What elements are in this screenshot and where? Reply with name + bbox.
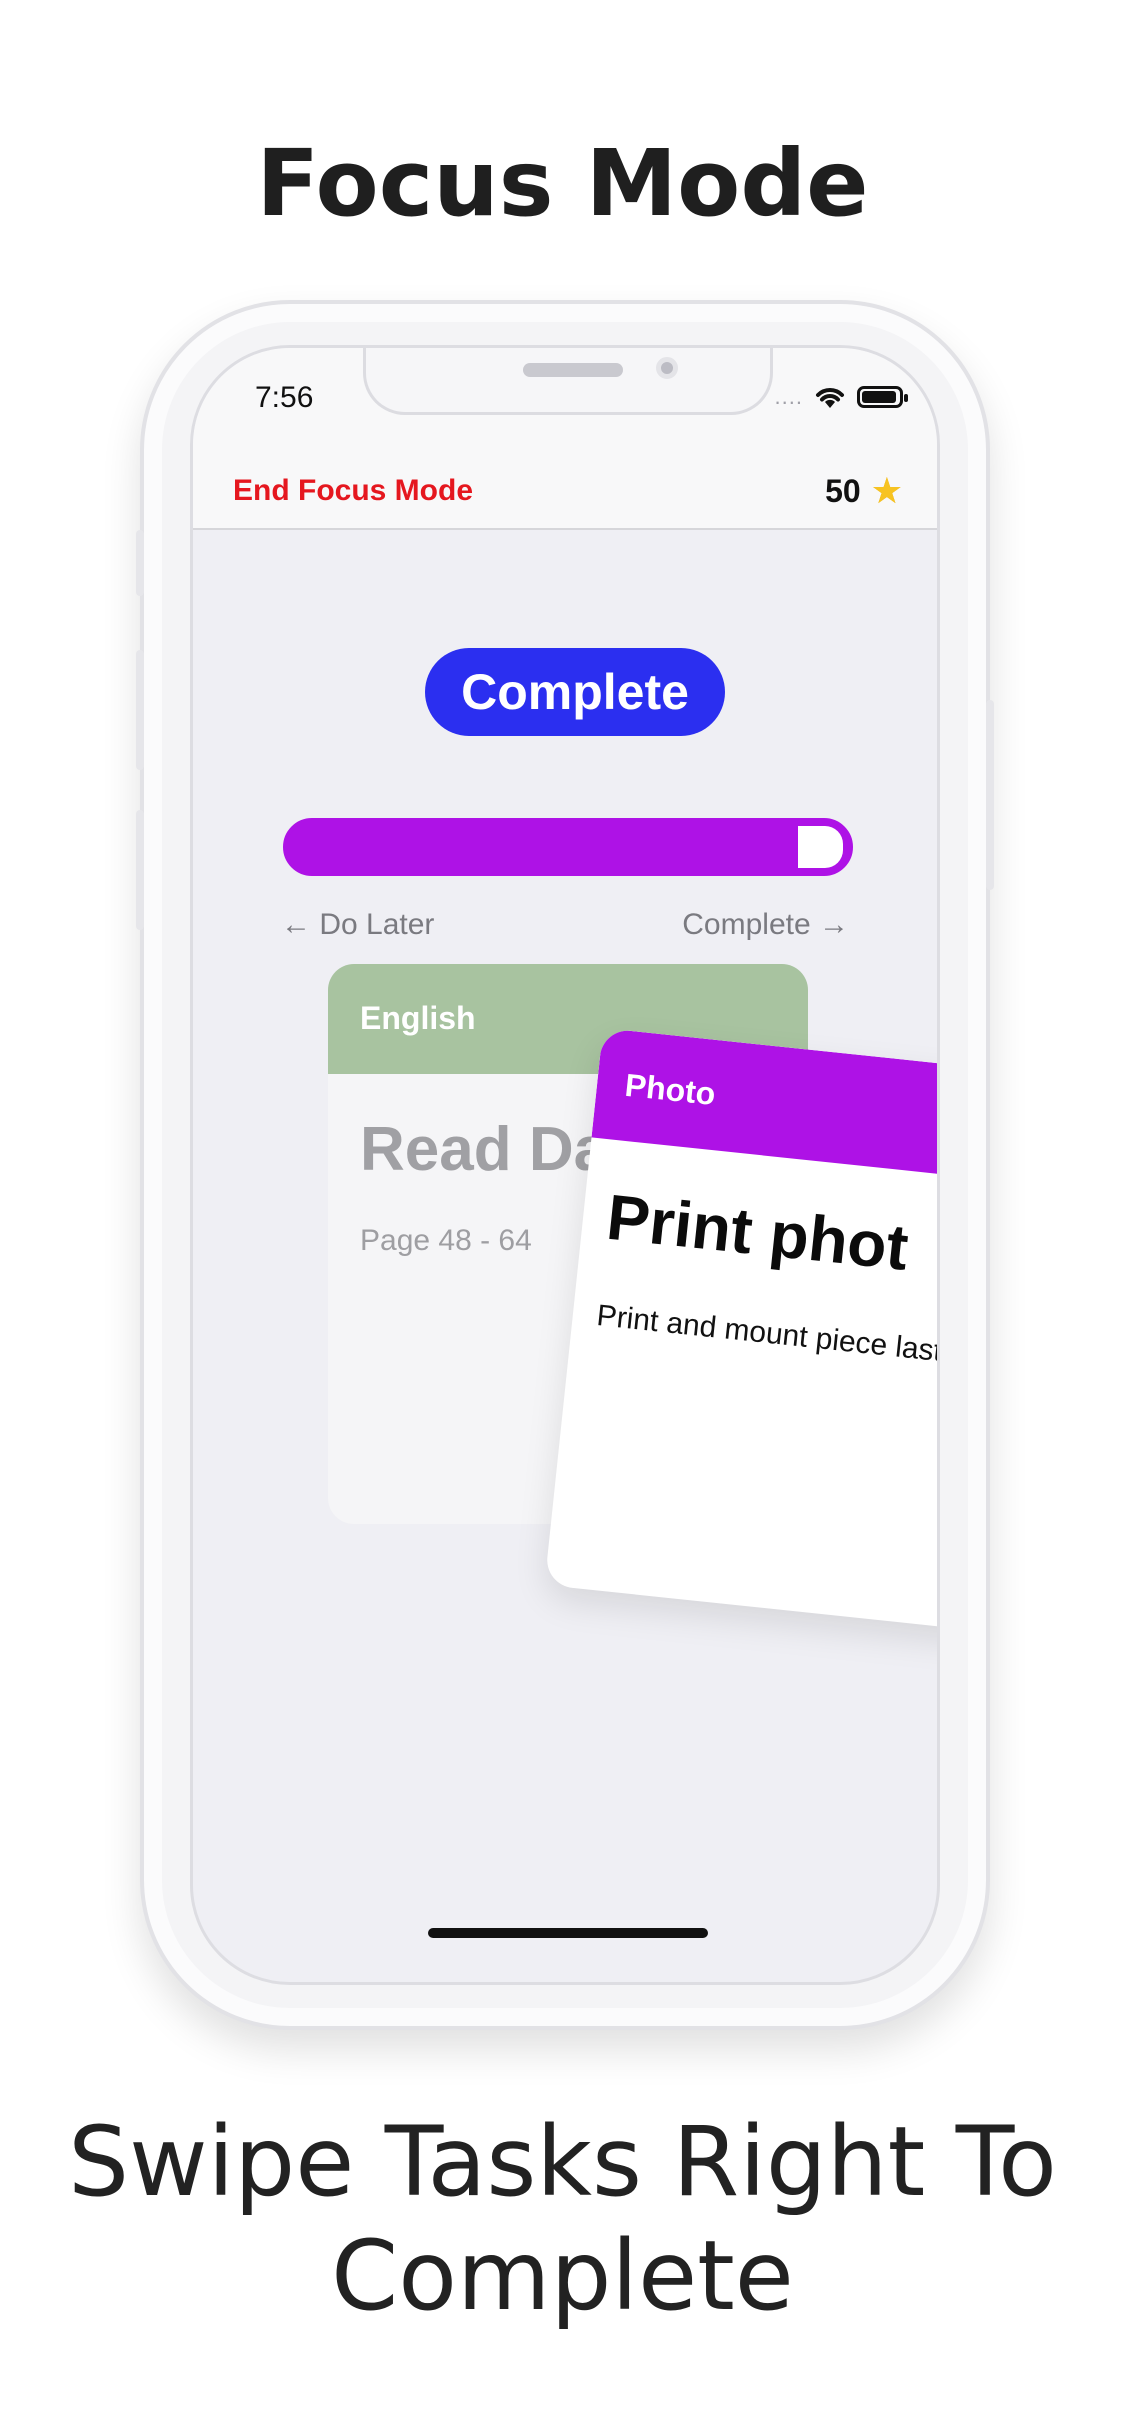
status-icons: .... bbox=[774, 382, 908, 412]
caption-line: Complete bbox=[331, 2220, 794, 2332]
marketing-caption: Swipe Tasks Right To Complete bbox=[0, 2105, 1125, 2333]
star-icon: ★ bbox=[870, 470, 903, 511]
status-time: 7:56 bbox=[255, 381, 314, 414]
task-card-description: Print and mount piece last week bbox=[595, 1299, 940, 1376]
complete-hint: Complete → bbox=[682, 908, 849, 941]
speaker-grille bbox=[523, 363, 623, 377]
battery-icon bbox=[857, 386, 908, 408]
task-card-dragging[interactable]: Photo Print phot Print and mount piece l… bbox=[544, 1028, 940, 1638]
mute-switch bbox=[136, 530, 144, 596]
wifi-icon bbox=[816, 388, 844, 408]
volume-up-button bbox=[136, 650, 144, 770]
task-card-header bbox=[591, 1028, 937, 1190]
caption-line: Swipe Tasks Right To bbox=[68, 2106, 1057, 2218]
task-card-title: Print phot bbox=[603, 1180, 912, 1284]
score-badge: 50 ★ bbox=[825, 470, 903, 512]
power-button bbox=[986, 700, 994, 890]
swipe-progress-bar bbox=[283, 818, 853, 876]
nav-bar: End Focus Mode 50 ★ bbox=[193, 458, 937, 530]
signal-dots-icon: .... bbox=[774, 384, 803, 409]
marketing-headline: Focus Mode bbox=[256, 130, 869, 237]
phone-screen: 7:56 .... End Focus Mode 50 ★ Complete ←… bbox=[190, 345, 940, 1985]
volume-down-button bbox=[136, 810, 144, 930]
complete-status-pill: Complete bbox=[425, 648, 725, 736]
home-indicator[interactable] bbox=[428, 1928, 708, 1938]
notch bbox=[363, 348, 773, 415]
task-card-subject: English bbox=[360, 1000, 476, 1036]
app-store-screenshot: Focus Mode 7:56 .... End Focus Mode 50 ★… bbox=[0, 0, 1125, 2436]
progress-remaining bbox=[798, 826, 843, 868]
score-value: 50 bbox=[825, 472, 861, 509]
task-card-description: Page 48 - 64 bbox=[360, 1224, 532, 1257]
camera-icon bbox=[656, 357, 678, 379]
end-focus-mode-button[interactable]: End Focus Mode bbox=[233, 474, 473, 508]
do-later-hint: ← Do Later bbox=[281, 908, 435, 941]
